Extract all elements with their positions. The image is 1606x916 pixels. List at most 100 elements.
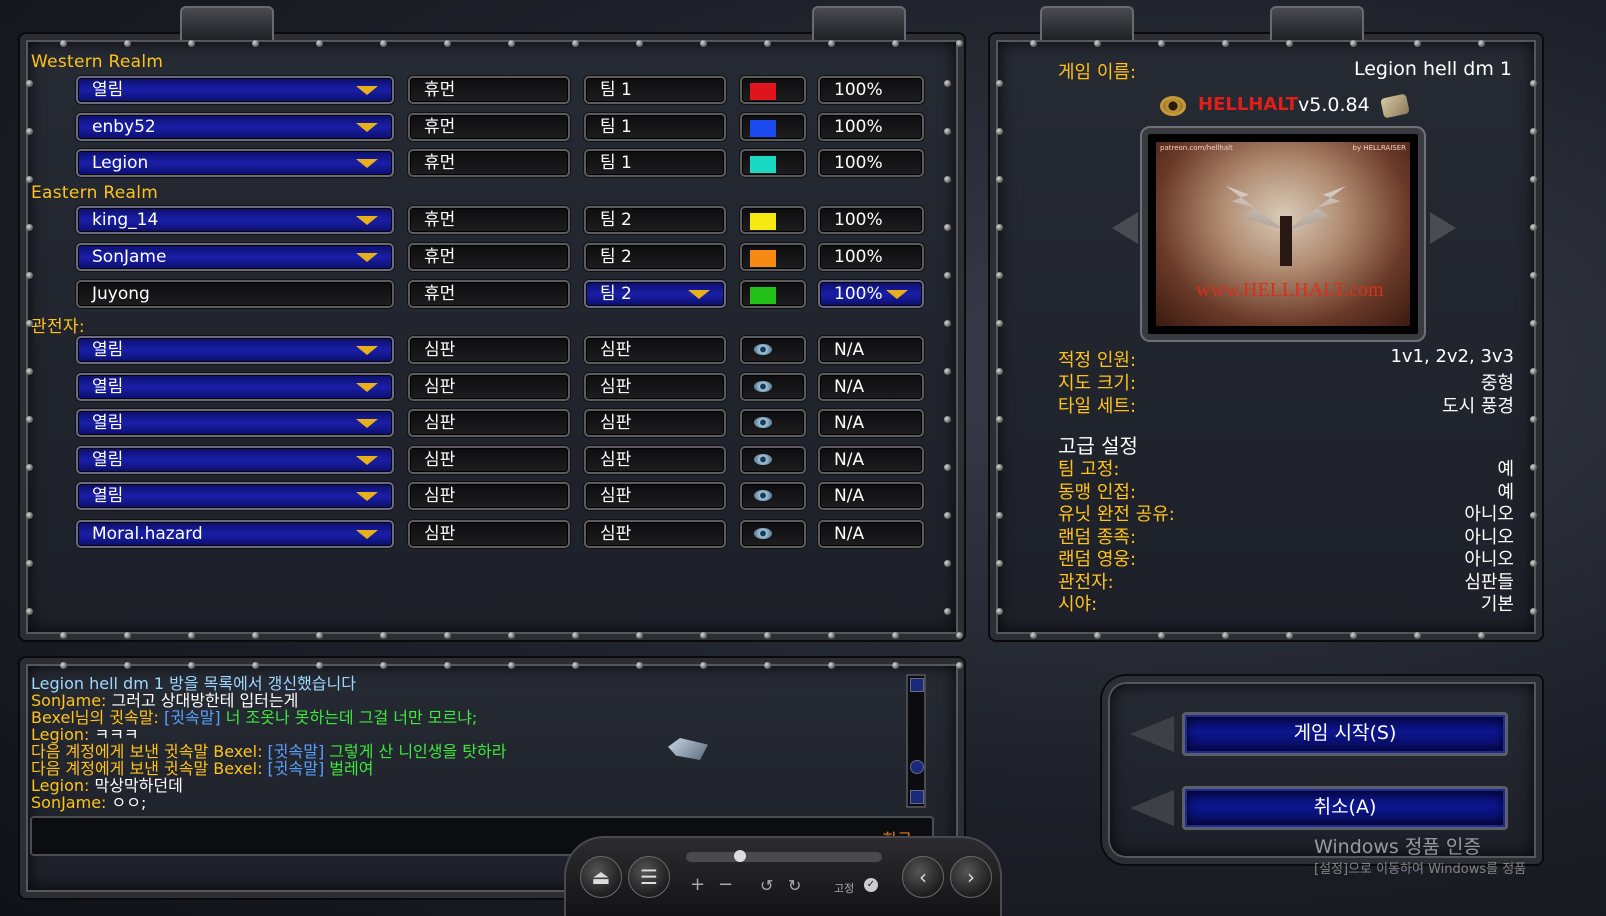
player-select[interactable]: enby52 — [76, 113, 394, 141]
race-select[interactable]: 심판 — [408, 336, 570, 364]
zoom-out-icon[interactable]: − — [718, 874, 733, 895]
zoom-in-icon[interactable]: + — [690, 874, 705, 895]
race-select[interactable]: 휴먼 — [408, 243, 570, 271]
team-select[interactable]: 심판 — [584, 520, 726, 548]
chevron-down-icon[interactable] — [356, 123, 378, 132]
menu-icon[interactable]: ☰ — [628, 856, 670, 898]
color-select[interactable] — [740, 113, 806, 141]
team-select[interactable]: 팀 2 — [584, 243, 726, 271]
chevron-down-icon[interactable] — [356, 253, 378, 262]
chevron-down-icon[interactable] — [688, 290, 710, 299]
team-select[interactable]: 팀 1 — [584, 76, 726, 104]
player-select[interactable]: 열림 — [76, 482, 394, 510]
color-select[interactable] — [740, 373, 806, 401]
top-clamp-right-b — [1270, 6, 1364, 40]
handicap-select[interactable]: N/A — [818, 373, 924, 401]
start-game-button[interactable]: 게임 시작(S) — [1182, 712, 1508, 756]
handicap-select[interactable]: N/A — [818, 482, 924, 510]
team-select[interactable]: 팀 1 — [584, 149, 726, 177]
race-select[interactable]: 휴먼 — [408, 76, 570, 104]
race-select[interactable]: 휴먼 — [408, 113, 570, 141]
chevron-down-icon[interactable] — [356, 159, 378, 168]
previous-icon[interactable]: ‹ — [902, 856, 944, 898]
chevron-down-icon[interactable] — [356, 216, 378, 225]
color-select[interactable] — [740, 446, 806, 474]
player-select[interactable]: king_14 — [76, 206, 394, 234]
chat-scrollbar[interactable] — [906, 674, 926, 808]
player-select[interactable]: 열림 — [76, 76, 394, 104]
color-select[interactable] — [740, 243, 806, 271]
eject-icon[interactable]: ⏏ — [580, 856, 622, 898]
chat-scroll-thumb[interactable] — [910, 760, 924, 774]
race-select[interactable]: 심판 — [408, 520, 570, 548]
race-select[interactable]: 심판 — [408, 373, 570, 401]
zoom-slider-knob[interactable] — [734, 850, 746, 862]
color-select[interactable] — [740, 520, 806, 548]
rivet — [380, 632, 387, 639]
rotate-right-icon[interactable]: ↻ — [788, 876, 801, 895]
team-select[interactable]: 심판 — [584, 336, 726, 364]
race-select[interactable]: 심판 — [408, 482, 570, 510]
rivet — [26, 176, 33, 183]
handicap-select[interactable]: N/A — [818, 409, 924, 437]
chevron-down-icon[interactable] — [356, 492, 378, 501]
team-select[interactable]: 팀 1 — [584, 113, 726, 141]
team-select[interactable]: 심판 — [584, 409, 726, 437]
team-select[interactable]: 팀 2 — [584, 280, 726, 308]
handicap-select[interactable]: 100% — [818, 206, 924, 234]
player-select[interactable]: 열림 — [76, 409, 394, 437]
handicap-select[interactable]: N/A — [818, 520, 924, 548]
player-name: Legion — [92, 153, 149, 173]
handicap-select[interactable]: 100% — [818, 149, 924, 177]
game-name-label: 게임 이름: — [1058, 62, 1137, 83]
player-select[interactable]: Juyong — [76, 280, 394, 308]
chevron-down-icon[interactable] — [356, 86, 378, 95]
chevron-down-icon[interactable] — [356, 530, 378, 539]
chat-scroll-down-icon[interactable] — [910, 790, 924, 804]
check-icon[interactable]: ✓ — [864, 878, 878, 892]
color-select[interactable] — [740, 76, 806, 104]
chat-scroll-up-icon[interactable] — [910, 678, 924, 692]
slot-row: enby52 휴먼 팀 1 100% — [76, 113, 926, 143]
player-select[interactable]: SonJame — [76, 243, 394, 271]
chevron-down-icon[interactable] — [886, 290, 908, 299]
player-select[interactable]: 열림 — [76, 336, 394, 364]
race-select[interactable]: 심판 — [408, 409, 570, 437]
color-select[interactable] — [740, 409, 806, 437]
color-select[interactable] — [740, 482, 806, 510]
player-select[interactable]: 열림 — [76, 373, 394, 401]
team-select[interactable]: 심판 — [584, 373, 726, 401]
race-select[interactable]: 심판 — [408, 446, 570, 474]
team-select[interactable]: 팀 2 — [584, 206, 726, 234]
handicap-select[interactable]: 100% — [818, 113, 924, 141]
color-select[interactable] — [740, 336, 806, 364]
color-select[interactable] — [740, 206, 806, 234]
chevron-down-icon[interactable] — [356, 456, 378, 465]
next-icon[interactable]: › — [950, 856, 992, 898]
handicap-select[interactable]: N/A — [818, 446, 924, 474]
race-select[interactable]: 휴먼 — [408, 206, 570, 234]
handicap-select[interactable]: 100% — [818, 280, 924, 308]
race-select[interactable]: 휴먼 — [408, 280, 570, 308]
cancel-button[interactable]: 취소(A) — [1182, 786, 1508, 830]
team-select[interactable]: 심판 — [584, 482, 726, 510]
player-select[interactable]: Legion — [76, 149, 394, 177]
player-select[interactable]: 열림 — [76, 446, 394, 474]
team-label: 팀 1 — [600, 153, 632, 173]
color-select[interactable] — [740, 280, 806, 308]
chat-segment: SonJame: — [31, 793, 112, 812]
race-select[interactable]: 휴먼 — [408, 149, 570, 177]
team-select[interactable]: 심판 — [584, 446, 726, 474]
chevron-down-icon[interactable] — [356, 419, 378, 428]
rotate-left-icon[interactable]: ↺ — [760, 876, 773, 895]
zoom-slider[interactable] — [686, 850, 882, 862]
chevron-down-icon[interactable] — [356, 346, 378, 355]
handicap-select[interactable]: 100% — [818, 76, 924, 104]
player-select[interactable]: Moral.hazard — [76, 520, 394, 548]
handicap-select[interactable]: N/A — [818, 336, 924, 364]
rivet — [1350, 40, 1357, 47]
rivet — [996, 560, 1003, 567]
handicap-select[interactable]: 100% — [818, 243, 924, 271]
chevron-down-icon[interactable] — [356, 383, 378, 392]
color-select[interactable] — [740, 149, 806, 177]
